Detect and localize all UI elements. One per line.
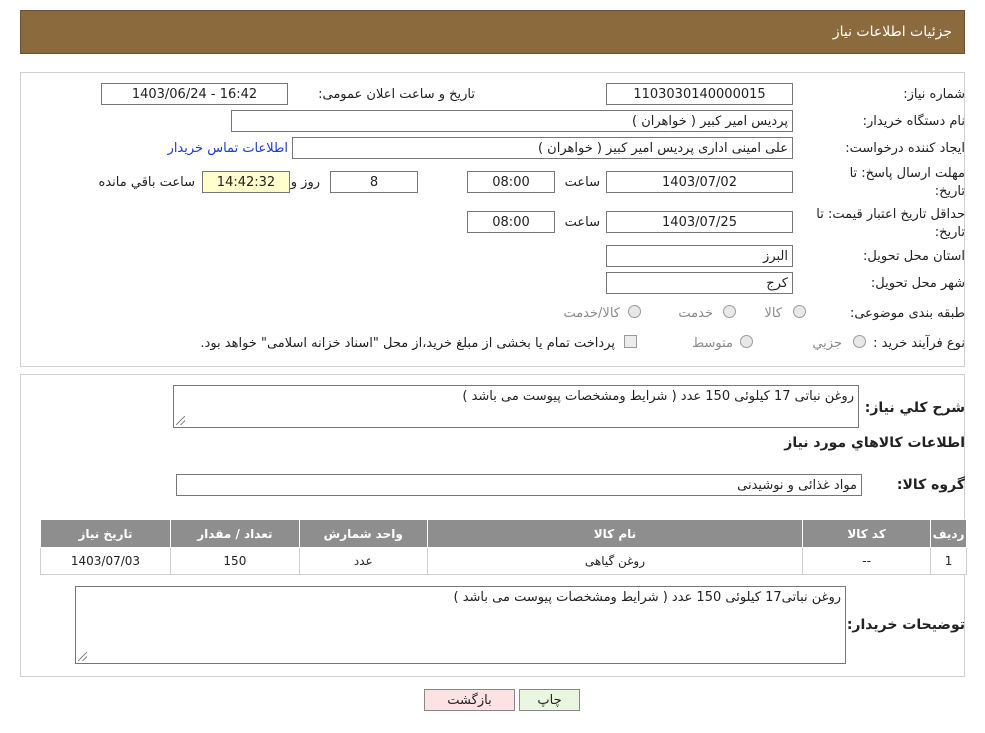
- announce-label: تاریخ و ساعت اعلان عمومی:: [318, 87, 475, 102]
- validity-label-date: تاریخ:: [934, 225, 965, 240]
- category-option-service: خدمت: [678, 306, 713, 321]
- category-radio-goods[interactable]: [793, 305, 806, 318]
- announce-datetime-field: 1403/06/24 - 16:42: [101, 83, 288, 105]
- cell-quantity: 150: [169, 547, 300, 575]
- col-goods-name: نام کالا: [426, 519, 804, 548]
- category-option-goods: کالا: [764, 306, 782, 321]
- buyer-notes-label: توضیحات خریدار:: [846, 617, 965, 633]
- creator-field: علی امینی اداری پردیس امیر کبیر ( خواهرا…: [292, 137, 793, 159]
- goods-table: ردیف کد کالا نام کالا واحد شمارش تعداد /…: [40, 519, 967, 575]
- category-radio-goods-service[interactable]: [628, 305, 641, 318]
- resize-handle-icon[interactable]: [176, 416, 185, 425]
- goods-table-header: ردیف کد کالا نام کالا واحد شمارش تعداد /…: [40, 519, 967, 548]
- buyer-contact-link[interactable]: اطلاعات تماس خریدار: [168, 141, 288, 156]
- deadline-label: مهلت ارسال پاسخ: تا: [849, 166, 965, 181]
- validity-date-field: 1403/07/25: [606, 211, 793, 233]
- cell-goods-name: روغن گیاهی: [426, 547, 804, 575]
- need-description-text: روغن نباتی 17 کیلوئی 150 عدد ( شرایط ومش…: [462, 389, 854, 404]
- remaining-label: ساعت باقي مانده: [98, 175, 195, 190]
- col-goods-code: کد کالا: [802, 519, 932, 548]
- buyer-notes-text: روغن نباتی17 کیلوئی 150 عدد ( شرایط ومشخ…: [453, 590, 842, 605]
- goods-group-label: گروه کالا:: [896, 477, 965, 493]
- col-need-date: تاریخ نیاز: [40, 519, 171, 548]
- deadline-label-date: تاریخ:: [934, 184, 965, 199]
- process-option-medium: متوسط: [692, 336, 733, 351]
- buyer-notes-field: روغن نباتی17 کیلوئی 150 عدد ( شرایط ومشخ…: [75, 586, 846, 664]
- city-label: شهر محل تحویل:: [870, 276, 965, 291]
- deadline-date-field: 1403/07/02: [606, 171, 793, 193]
- col-quantity: تعداد / مقدار: [169, 519, 300, 548]
- province-field: البرز: [606, 245, 793, 267]
- goods-info-title: اطلاعات کالاهاي مورد نیاز: [784, 435, 965, 451]
- treasury-payment-note: پرداخت تمام یا بخشی از مبلغ خرید،از محل …: [200, 336, 615, 351]
- days-remaining-field: 8: [330, 171, 418, 193]
- resize-handle-icon[interactable]: [78, 652, 87, 661]
- remaining-time-field: 14:42:32: [202, 171, 290, 193]
- city-field: کرج: [606, 272, 793, 294]
- process-radio-medium[interactable]: [740, 335, 753, 348]
- process-radio-minor[interactable]: [853, 335, 866, 348]
- validity-time-label: ساعت: [564, 215, 600, 230]
- cell-goods-code: --: [802, 547, 932, 575]
- need-number-label: شماره نیاز:: [903, 87, 965, 102]
- creator-label: ایجاد کننده درخواست:: [845, 141, 965, 156]
- buyer-org-label: نام دستگاه خریدار:: [862, 114, 965, 129]
- cell-unit: عدد: [298, 547, 428, 575]
- page-header: جزئیات اطلاعات نیاز: [20, 10, 965, 54]
- deadline-time-label: ساعت: [564, 175, 600, 190]
- deadline-time-field: 08:00: [467, 171, 555, 193]
- back-button[interactable]: بازگشت: [424, 689, 515, 711]
- page-title: جزئیات اطلاعات نیاز: [832, 24, 952, 40]
- cell-row-number: 1: [930, 547, 967, 575]
- category-option-goods-service: کالا/خدمت: [563, 306, 620, 321]
- need-description-field: روغن نباتی 17 کیلوئی 150 عدد ( شرایط ومش…: [173, 385, 859, 428]
- buyer-org-field: پردیس امیر کبیر ( خواهران ): [231, 110, 793, 132]
- goods-group-field: مواد غذائی و نوشیدنی: [176, 474, 862, 496]
- cell-need-date: 1403/07/03: [40, 547, 171, 575]
- need-description-label: شرح کلي نیاز:: [864, 400, 965, 416]
- validity-time-field: 08:00: [467, 211, 555, 233]
- treasury-checkbox[interactable]: [624, 335, 637, 348]
- category-label: طبقه بندی موضوعی:: [849, 306, 965, 321]
- col-unit: واحد شمارش: [298, 519, 428, 548]
- print-button[interactable]: چاپ: [519, 689, 580, 711]
- province-label: استان محل تحویل:: [863, 249, 965, 264]
- days-label: روز و: [290, 175, 320, 190]
- col-row-number: ردیف: [930, 519, 967, 548]
- process-option-minor: جزیي: [812, 336, 842, 351]
- validity-label: حداقل تاریخ اعتبار قیمت: تا: [816, 207, 965, 222]
- need-number-field: 1103030140000015: [606, 83, 793, 105]
- process-label: نوع فرآیند خرید :: [873, 336, 965, 351]
- table-row: 1 -- روغن گیاهی عدد 150 1403/07/03: [40, 547, 967, 575]
- category-radio-service[interactable]: [723, 305, 736, 318]
